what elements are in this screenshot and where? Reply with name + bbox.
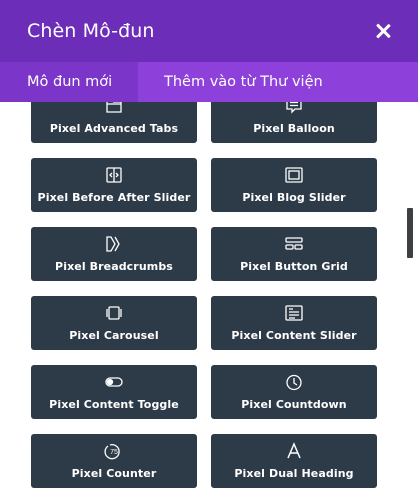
module-label: Pixel Advanced Tabs	[49, 122, 179, 135]
module-label: Pixel Breadcrumbs	[55, 260, 173, 273]
blog-slider-icon	[284, 166, 304, 184]
toggle-icon	[104, 373, 124, 391]
module-tile[interactable]: Pixel Advanced Tabs	[31, 102, 197, 143]
module-tile[interactable]: 75 Pixel Counter	[31, 434, 197, 488]
tab-label: Mô đun mới	[27, 74, 113, 90]
module-label: Pixel Button Grid	[240, 260, 348, 273]
scrollbar[interactable]	[407, 208, 413, 258]
module-tile[interactable]: Pixel Content Toggle	[31, 365, 197, 419]
module-tile[interactable]: Pixel Carousel	[31, 296, 197, 350]
close-icon[interactable]	[372, 20, 394, 42]
module-label: Pixel Counter	[71, 467, 157, 480]
module-tile[interactable]: Pixel Before After Slider	[31, 158, 197, 212]
module-tile[interactable]: Pixel Blog Slider	[211, 158, 377, 212]
modal-title: Chèn Mô-đun	[27, 20, 155, 42]
module-tile[interactable]: Pixel Dual Heading	[211, 434, 377, 488]
module-tile[interactable]: Pixel Balloon	[211, 102, 377, 143]
balloon-icon	[284, 102, 304, 115]
module-label: Pixel Content Toggle	[49, 398, 179, 411]
countdown-icon	[284, 373, 304, 391]
tab-bar: Mô đun mới Thêm vào từ Thư viện	[0, 62, 418, 102]
module-tile[interactable]: Pixel Breadcrumbs	[31, 227, 197, 281]
svg-text:75: 75	[110, 449, 118, 456]
module-label: Pixel Content Slider	[231, 329, 357, 342]
tab-add-from-library[interactable]: Thêm vào từ Thư viện	[138, 62, 323, 102]
before-after-icon	[104, 166, 124, 184]
dual-heading-icon	[284, 442, 304, 460]
module-label: Pixel Before After Slider	[37, 191, 191, 204]
button-grid-icon	[284, 235, 304, 253]
module-label: Pixel Countdown	[241, 398, 347, 411]
tab-new-module[interactable]: Mô đun mới	[0, 62, 138, 102]
carousel-icon	[104, 304, 124, 322]
module-tile[interactable]: Pixel Countdown	[211, 365, 377, 419]
counter-icon: 75	[104, 442, 124, 460]
module-label: Pixel Carousel	[69, 329, 159, 342]
module-tile[interactable]: Pixel Content Slider	[211, 296, 377, 350]
module-label: Pixel Dual Heading	[234, 467, 354, 480]
content-slider-icon	[284, 304, 304, 322]
tabs-icon	[104, 102, 124, 115]
module-list: Pixel Advanced Tabs Pixel Balloon Pixel Be…	[0, 102, 418, 500]
module-label: Pixel Balloon	[253, 122, 335, 135]
module-tile[interactable]: Pixel Button Grid	[211, 227, 377, 281]
tab-label: Thêm vào từ Thư viện	[164, 74, 323, 90]
module-label: Pixel Blog Slider	[242, 191, 346, 204]
breadcrumbs-icon	[104, 235, 124, 253]
modal-header: Chèn Mô-đun	[0, 0, 418, 62]
